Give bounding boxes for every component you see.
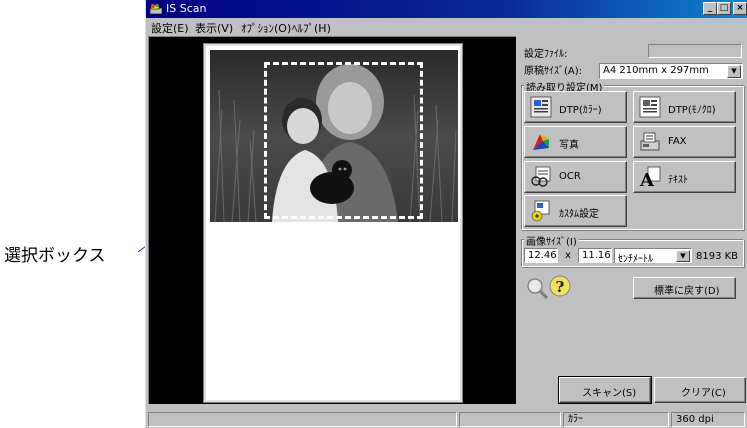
magnifier-icon[interactable] (525, 276, 549, 300)
menu-view[interactable]: 表示(V) (195, 20, 233, 36)
dtp-color-icon (530, 96, 552, 118)
menu-options[interactable]: ｵﾌﾟｼｮﾝ(O) (241, 20, 291, 36)
unit-value: ｾﾝﾁﾒｰﾄﾙ (618, 254, 653, 265)
reset-defaults-label: 標準に戻す(D) (654, 286, 720, 297)
scanned-photo-preview (210, 50, 458, 222)
doc-size-value: A4 210mm x 297mm (603, 65, 709, 76)
page-preview (203, 43, 463, 403)
status-bar: ｶﾗｰ 360 dpi (146, 410, 747, 428)
selection-box-callout-label: 選択ボックス (4, 246, 106, 266)
unit-dropdown[interactable]: ｾﾝﾁﾒｰﾄﾙ ▼ (614, 248, 692, 265)
menu-settings[interactable]: 設定(E) (151, 20, 189, 36)
maximize-button[interactable]: □ (717, 2, 731, 15)
app-scanner-icon (149, 3, 163, 15)
mode-label: ﾃｷｽﾄ (668, 175, 688, 186)
doc-size-dropdown[interactable]: A4 210mm x 297mm ▼ (599, 63, 743, 79)
mode-fax-button[interactable]: FAX (633, 126, 736, 158)
ocr-icon (531, 166, 551, 187)
chevron-down-icon: ▼ (676, 250, 690, 262)
image-width-value: 12.46 (528, 250, 557, 261)
size-separator: x (565, 250, 571, 261)
photo-icon (533, 134, 549, 150)
status-resolution: 360 dpi (671, 412, 745, 427)
mode-label: OCR (559, 171, 581, 182)
mode-ocr-button[interactable]: OCR (524, 161, 627, 193)
image-height-input[interactable]: 11.16 (578, 248, 612, 263)
mode-label: FAX (668, 136, 687, 147)
reset-defaults-button[interactable]: 標準に戻す(D) (633, 277, 736, 299)
scan-preview-area[interactable] (148, 36, 516, 404)
fax-icon (640, 132, 660, 151)
clear-button-label: クリア(C) (681, 388, 726, 399)
image-size-title: 画像ｻｲｽﾞ(I) (524, 233, 579, 248)
mode-label: ｶｽﾀﾑ設定 (559, 209, 599, 220)
dtp-mono-icon (639, 96, 661, 118)
mode-label: DTP(ｶﾗｰ) (559, 105, 602, 116)
image-width-input[interactable]: 12.46 (524, 248, 558, 263)
config-file-label: 設定ﾌｧｲﾙ: (524, 49, 568, 60)
svg-text:?: ? (556, 278, 565, 296)
clear-button[interactable]: クリア(C) (654, 377, 746, 403)
status-message (148, 412, 457, 427)
mode-dtp-color-button[interactable]: DTP(ｶﾗｰ) (524, 91, 627, 123)
svg-text:A: A (639, 170, 655, 188)
mode-photo-button[interactable]: 写真 (524, 126, 627, 158)
minimize-button[interactable]: _ (703, 2, 717, 15)
file-size-value: 8193 KB (696, 251, 739, 262)
mode-dtp-mono-button[interactable]: DTP(ﾓﾉｸﾛ) (633, 91, 736, 123)
doc-size-label: 原稿ｻｲｽﾞ(A): (524, 66, 583, 77)
scan-button-label: スキャン(S) (582, 388, 637, 399)
window-title: IS Scan (166, 2, 207, 15)
selection-box[interactable] (264, 62, 423, 219)
status-cell-empty (459, 412, 561, 427)
help-icon[interactable]: ? (548, 274, 572, 298)
image-height-value: 11.16 (582, 250, 611, 261)
chevron-down-icon: ▼ (727, 65, 741, 78)
mode-label: DTP(ﾓﾉｸﾛ) (668, 105, 716, 116)
custom-settings-icon (531, 200, 550, 222)
mode-custom-button[interactable]: ｶｽﾀﾑ設定 (524, 195, 627, 227)
scan-button[interactable]: スキャン(S) (558, 376, 652, 404)
mode-text-button[interactable]: A ﾃｷｽﾄ (633, 161, 736, 193)
menu-help[interactable]: ﾍﾙﾌﾟ(H) (292, 20, 331, 36)
config-file-field[interactable] (648, 44, 742, 58)
close-button[interactable]: × (733, 2, 747, 15)
scan-window: IS Scan _ □ × 設定(E) 表示(V) ｵﾌﾟｼｮﾝ(O) ﾍﾙﾌﾟ… (145, 0, 747, 428)
text-icon: A (639, 166, 661, 188)
title-bar[interactable]: IS Scan _ □ × (146, 0, 747, 18)
mode-label: 写真 (559, 140, 579, 151)
menu-bar: 設定(E) 表示(V) ｵﾌﾟｼｮﾝ(O) ﾍﾙﾌﾟ(H) (146, 18, 747, 35)
status-color-mode: ｶﾗｰ (563, 412, 669, 427)
